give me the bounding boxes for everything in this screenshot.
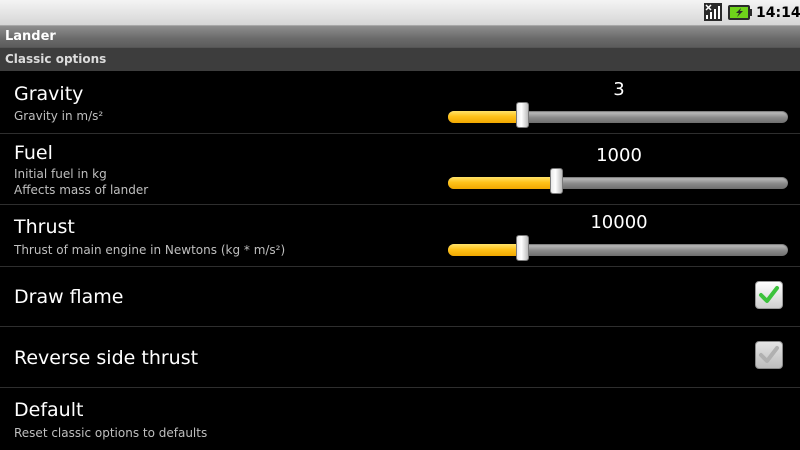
status-bar: 14:14 <box>0 0 800 26</box>
reverse-side-thrust-checkbox[interactable] <box>755 341 783 369</box>
default-summary: Reset classic options to defaults <box>14 426 208 440</box>
thrust-slider[interactable] <box>448 235 788 263</box>
clock: 14:14 <box>756 5 800 21</box>
gravity-slider[interactable] <box>448 102 788 130</box>
reverse-side-thrust-title: Reverse side thrust <box>14 347 199 369</box>
battery-charging-icon <box>728 5 752 20</box>
fuel-summary-line2: Affects mass of lander <box>14 183 149 197</box>
pref-draw-flame[interactable]: Draw flame <box>0 267 800 326</box>
checkmark-icon <box>759 346 779 363</box>
draw-flame-title: Draw flame <box>14 286 124 308</box>
thrust-title: Thrust <box>14 216 75 238</box>
gravity-value: 3 <box>613 79 625 100</box>
slider-fill <box>448 177 557 189</box>
fuel-slider[interactable] <box>448 168 788 196</box>
slider-thumb[interactable] <box>550 168 563 194</box>
slider-thumb[interactable] <box>516 102 529 128</box>
signal-icon <box>704 3 722 21</box>
category-header: Classic options <box>0 47 800 71</box>
thrust-value: 10000 <box>590 212 648 233</box>
gravity-summary: Gravity in m/s² <box>14 109 104 123</box>
pref-fuel[interactable]: Fuel Initial fuel in kg Affects mass of … <box>0 134 800 204</box>
gravity-title: Gravity <box>14 83 84 105</box>
checkmark-icon <box>759 286 779 303</box>
app-title: Lander <box>5 29 56 44</box>
fuel-title: Fuel <box>14 142 53 164</box>
pref-thrust[interactable]: Thrust Thrust of main engine in Newtons … <box>0 205 800 266</box>
app-title-bar: Lander <box>0 26 800 47</box>
slider-fill <box>448 244 523 256</box>
category-label: Classic options <box>5 52 107 66</box>
default-title: Default <box>14 399 84 421</box>
slider-fill <box>448 111 523 123</box>
pref-reverse-side-thrust[interactable]: Reverse side thrust <box>0 327 800 387</box>
pref-gravity[interactable]: Gravity Gravity in m/s² 3 <box>0 71 800 133</box>
pref-default[interactable]: Default Reset classic options to default… <box>0 388 800 450</box>
thrust-summary: Thrust of main engine in Newtons (kg * m… <box>14 243 286 257</box>
fuel-summary-line1: Initial fuel in kg <box>14 167 107 181</box>
fuel-value: 1000 <box>596 145 642 166</box>
slider-thumb[interactable] <box>516 235 529 261</box>
draw-flame-checkbox[interactable] <box>755 281 783 309</box>
